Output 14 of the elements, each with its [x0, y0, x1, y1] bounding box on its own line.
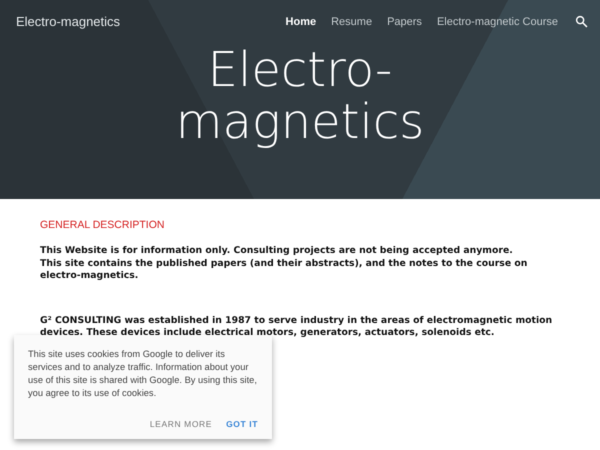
nav-tab[interactable]: Home — [286, 16, 316, 28]
section-heading: GENERAL DESCRIPTION — [40, 219, 166, 231]
cookie-message: This site uses cookies from Google to deliver its services and to analyze traffic. Information about your use of this site is shared with Google. By using this site, you agree to its use of cookies. — [28, 348, 258, 400]
site-title[interactable]: Electro-magnetics — [16, 14, 286, 29]
hero-title: Electro- magnetics — [174, 44, 426, 148]
paragraph: This Website is for information only. Consulting projects are not being accepted anymore. — [40, 245, 514, 258]
paragraph: G² CONSULTING was established in 1987 to serve industry in the areas of electromagnetic motion devices. These devices include electrical motors, generators, actuators, solenoids etc. — [40, 314, 554, 340]
cookie-button[interactable]: GOT IT — [226, 419, 258, 429]
cookie-button[interactable]: LEARN MORE — [150, 419, 212, 429]
paragraph: This site contains the published papers (and their abstracts), and the notes to the course on electro-magnetics. — [40, 258, 528, 282]
nav-tab[interactable]: Resume — [331, 16, 372, 28]
nav-tab[interactable]: Electro-magnetic Course — [436, 16, 558, 28]
search-icon[interactable] — [575, 15, 588, 28]
nav-tab[interactable]: Papers — [387, 16, 422, 28]
